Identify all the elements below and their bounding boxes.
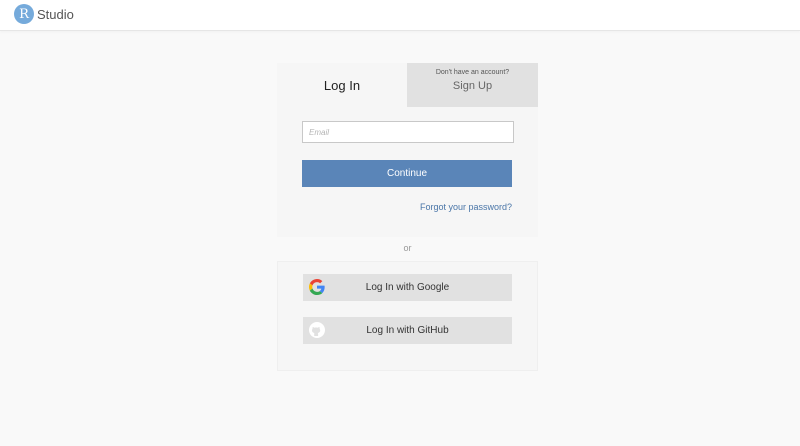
continue-button[interactable]: Continue: [302, 160, 512, 187]
forgot-password-link[interactable]: Forgot your password?: [420, 202, 512, 212]
google-login-button[interactable]: Log In with Google: [303, 274, 512, 301]
google-icon: [309, 279, 325, 295]
auth-tabs: Log In Don't have an account? Sign Up: [277, 63, 538, 107]
oauth-panel: Log In with Google Log In with GitHub: [277, 261, 538, 371]
tab-signup[interactable]: Don't have an account? Sign Up: [407, 63, 538, 107]
signup-hint: Don't have an account?: [435, 69, 510, 76]
github-icon: [309, 322, 325, 338]
github-login-label: Log In with GitHub: [366, 325, 449, 336]
login-form: Continue Forgot your password?: [277, 107, 538, 237]
email-field[interactable]: [302, 121, 514, 143]
top-bar: R Studio: [0, 0, 800, 31]
tab-login[interactable]: Log In: [277, 63, 407, 107]
or-divider: or: [403, 243, 412, 253]
logo-text: Studio: [37, 6, 74, 22]
google-login-label: Log In with Google: [365, 282, 450, 293]
tab-login-label: Log In: [323, 77, 361, 93]
tab-signup-label: Sign Up: [452, 80, 493, 92]
logo-mark-icon: R: [14, 4, 34, 24]
rstudio-logo[interactable]: R Studio: [14, 4, 74, 24]
github-login-button[interactable]: Log In with GitHub: [303, 317, 512, 344]
